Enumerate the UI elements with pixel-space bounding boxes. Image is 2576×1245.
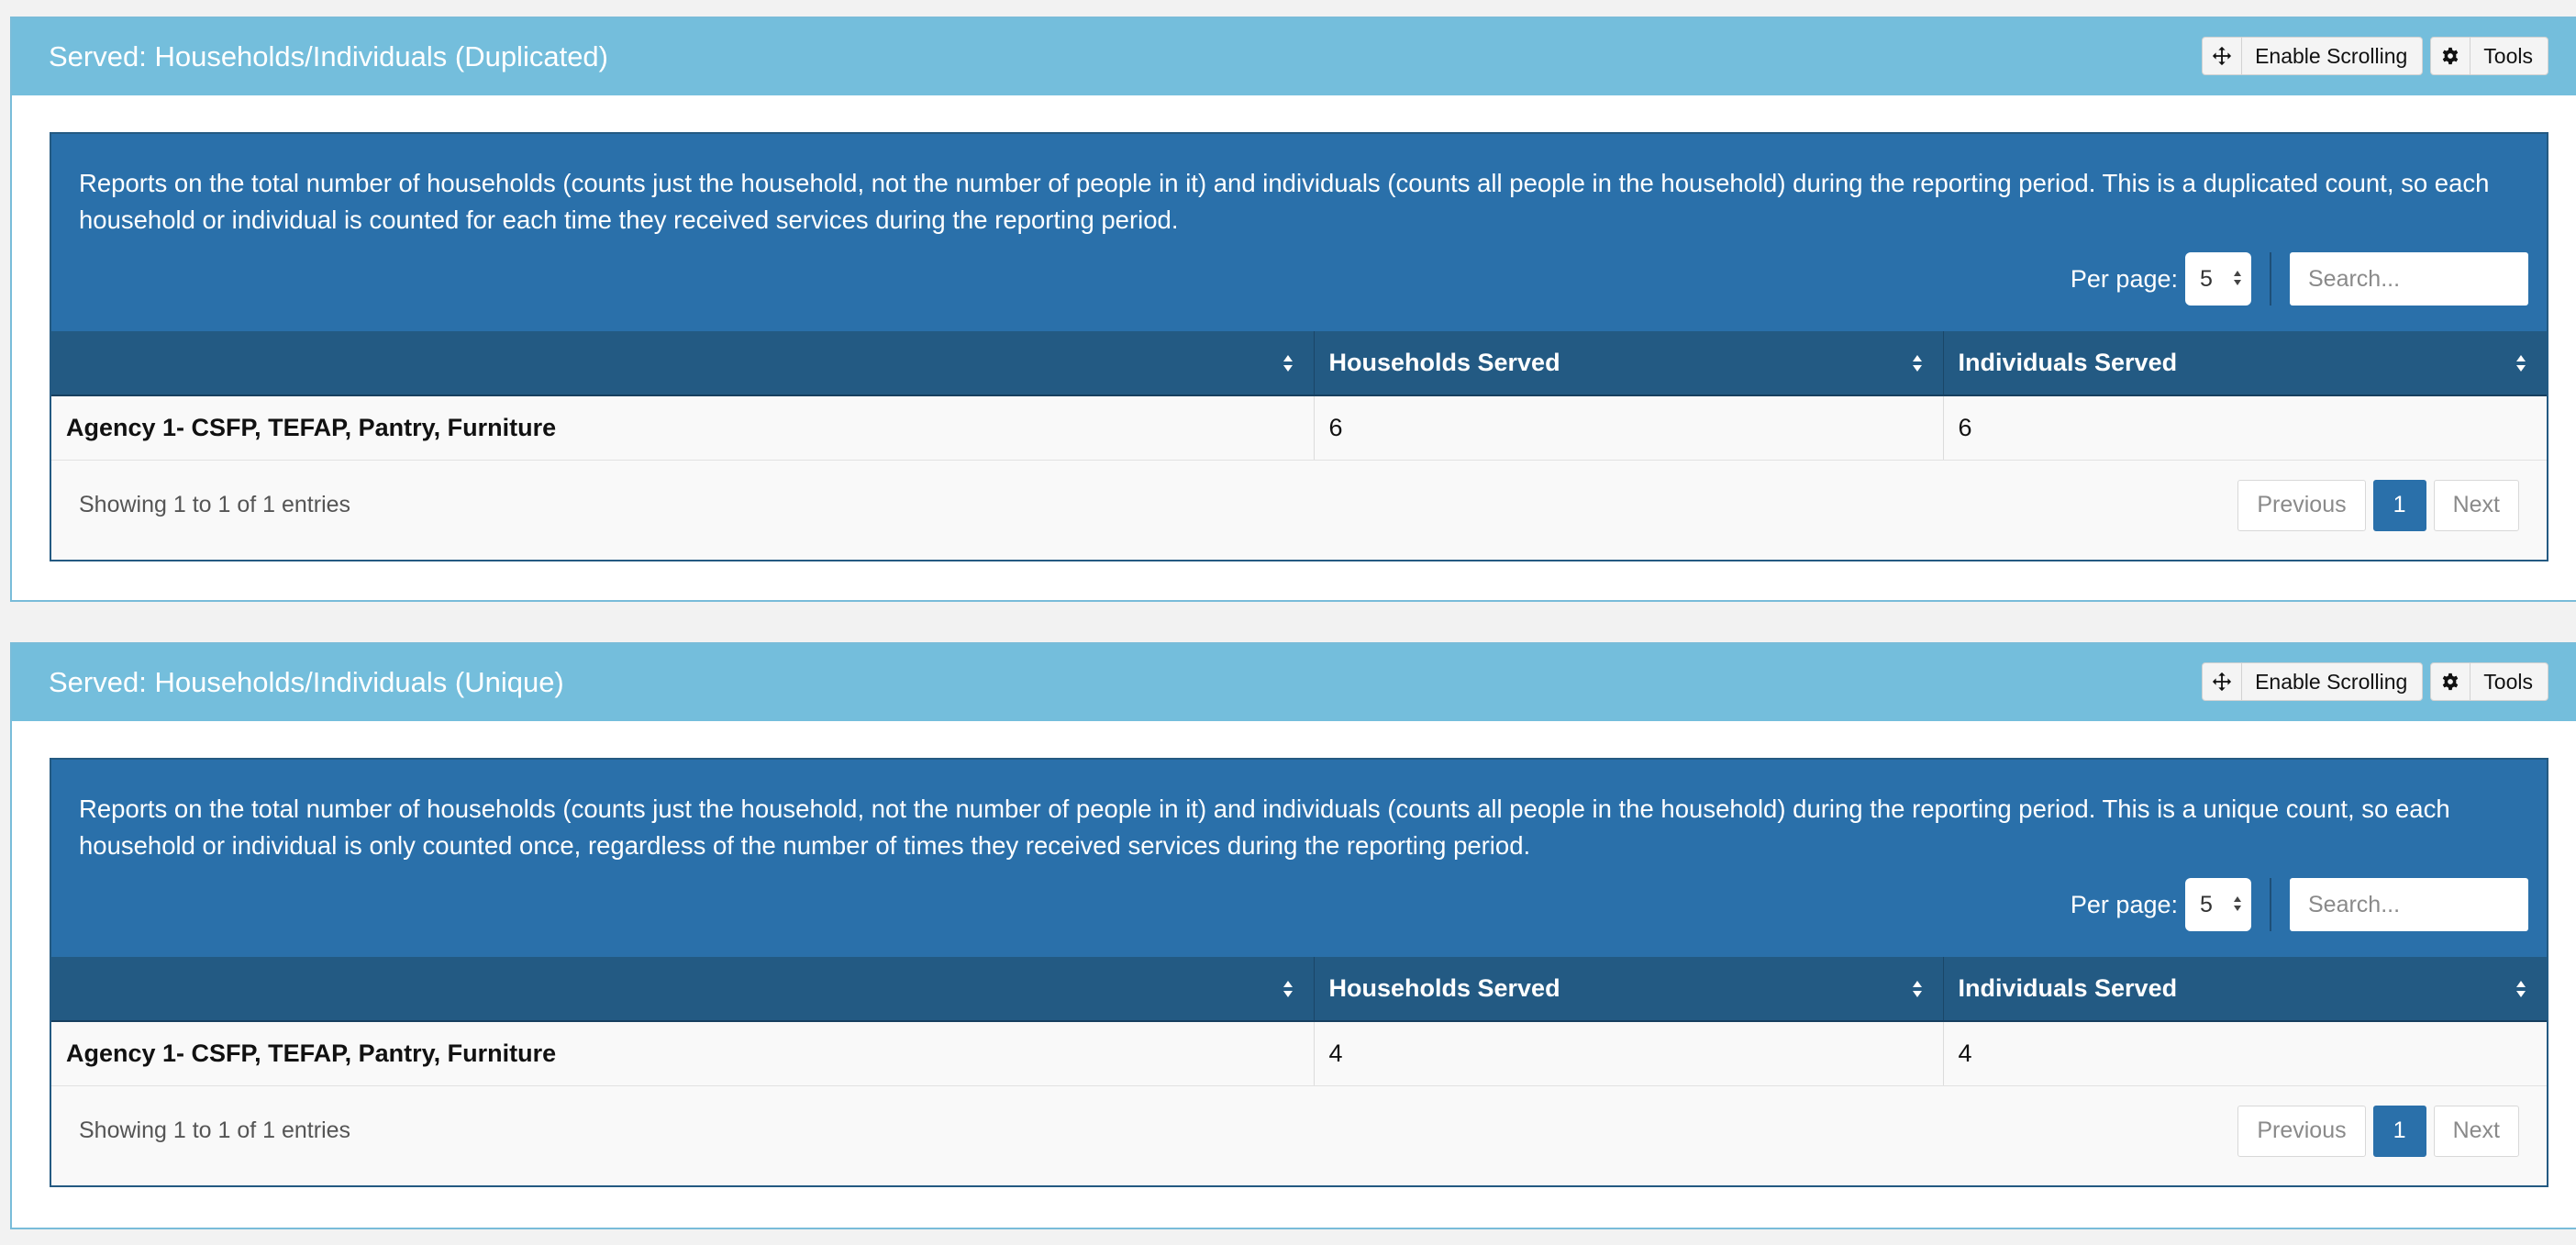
page-1-button[interactable]: 1 bbox=[2372, 1105, 2426, 1157]
controls-divider bbox=[2270, 878, 2271, 931]
per-page-label: Per page: bbox=[2070, 890, 2178, 918]
tools-button[interactable]: Tools bbox=[2430, 662, 2548, 701]
per-page-select[interactable]: 5 bbox=[2185, 878, 2251, 931]
cell-households: 6 bbox=[1313, 395, 1943, 461]
enable-scrolling-button[interactable]: Enable Scrolling bbox=[2202, 37, 2424, 75]
cell-agency: Agency 1- CSFP, TEFAP, Pantry, Furniture bbox=[51, 1021, 1314, 1086]
report-header: Reports on the total number of household… bbox=[51, 134, 2547, 331]
per-page-select[interactable]: 5 bbox=[2185, 252, 2251, 306]
panel-title: Served: Households/Individuals (Unique) bbox=[49, 666, 564, 698]
report-description: Reports on the total number of household… bbox=[79, 169, 2490, 234]
select-arrows-icon bbox=[2233, 892, 2242, 918]
column-header-households[interactable]: Households Served bbox=[1313, 331, 1943, 396]
table-footer: Showing 1 to 1 of 1 entries Previous 1 N… bbox=[51, 1085, 2547, 1185]
enable-scrolling-label: Enable Scrolling bbox=[2255, 43, 2408, 68]
enable-scrolling-button[interactable]: Enable Scrolling bbox=[2202, 662, 2424, 701]
sort-icon bbox=[2515, 354, 2526, 372]
panel-header: Served: Households/Individuals (Unique) … bbox=[12, 644, 2576, 721]
cell-households: 4 bbox=[1313, 1021, 1943, 1086]
sort-icon bbox=[1282, 354, 1294, 372]
report-controls: Per page: 5 bbox=[2071, 251, 2528, 306]
report-panel-duplicated: Served: Households/Individuals (Duplicat… bbox=[10, 17, 2576, 602]
sort-icon bbox=[1282, 980, 1294, 998]
cell-individuals: 6 bbox=[1942, 395, 2547, 461]
report-box: Reports on the total number of household… bbox=[50, 132, 2548, 561]
per-page-value: 5 bbox=[2200, 265, 2213, 292]
cell-agency: Agency 1- CSFP, TEFAP, Pantry, Furniture bbox=[51, 395, 1314, 461]
sort-icon bbox=[1912, 354, 1923, 372]
per-page-label: Per page: bbox=[2070, 264, 2178, 293]
table-header-row: Households Served Individuals Served bbox=[51, 957, 2547, 1022]
header-tools: Enable Scrolling Tools bbox=[2202, 662, 2548, 701]
column-header-agency[interactable] bbox=[51, 331, 1314, 396]
tools-label: Tools bbox=[2483, 43, 2533, 68]
next-page-button[interactable]: Next bbox=[2433, 479, 2519, 531]
gear-icon bbox=[2431, 38, 2471, 74]
enable-scrolling-label: Enable Scrolling bbox=[2255, 669, 2408, 694]
tools-button[interactable]: Tools bbox=[2430, 37, 2548, 75]
report-controls: Per page: 5 bbox=[2071, 877, 2528, 932]
pagination: Previous 1 Next bbox=[2237, 479, 2519, 531]
panel-header: Served: Households/Individuals (Duplicat… bbox=[12, 18, 2576, 95]
tools-label: Tools bbox=[2483, 669, 2533, 694]
table-row: Agency 1- CSFP, TEFAP, Pantry, Furniture… bbox=[51, 395, 2547, 461]
column-header-households[interactable]: Households Served bbox=[1313, 957, 1943, 1022]
data-table: Households Served Individuals Served Age… bbox=[51, 957, 2547, 1086]
sort-icon bbox=[1912, 980, 1923, 998]
select-arrows-icon bbox=[2233, 266, 2242, 293]
entries-info: Showing 1 to 1 of 1 entries bbox=[79, 1117, 351, 1143]
controls-divider bbox=[2270, 252, 2271, 306]
search-input[interactable] bbox=[2290, 878, 2528, 931]
pagination: Previous 1 Next bbox=[2237, 1105, 2519, 1157]
column-header-agency[interactable] bbox=[51, 957, 1314, 1022]
page-1-button[interactable]: 1 bbox=[2372, 479, 2426, 531]
entries-info: Showing 1 to 1 of 1 entries bbox=[79, 491, 351, 517]
previous-page-button[interactable]: Previous bbox=[2237, 479, 2366, 531]
report-header: Reports on the total number of household… bbox=[51, 760, 2547, 957]
search-input[interactable] bbox=[2290, 252, 2528, 306]
cell-individuals: 4 bbox=[1942, 1021, 2547, 1086]
move-arrows-icon bbox=[2203, 38, 2243, 74]
report-box: Reports on the total number of household… bbox=[50, 758, 2548, 1187]
table-header-row: Households Served Individuals Served bbox=[51, 331, 2547, 396]
previous-page-button[interactable]: Previous bbox=[2237, 1105, 2366, 1157]
table-row: Agency 1- CSFP, TEFAP, Pantry, Furniture… bbox=[51, 1021, 2547, 1086]
report-panel-unique: Served: Households/Individuals (Unique) … bbox=[10, 642, 2576, 1229]
next-page-button[interactable]: Next bbox=[2433, 1105, 2519, 1157]
move-arrows-icon bbox=[2203, 663, 2243, 700]
data-table: Households Served Individuals Served Age… bbox=[51, 331, 2547, 461]
panel-title: Served: Households/Individuals (Duplicat… bbox=[49, 40, 608, 72]
sort-icon bbox=[2515, 980, 2526, 998]
header-tools: Enable Scrolling Tools bbox=[2202, 37, 2548, 75]
report-description: Reports on the total number of household… bbox=[79, 795, 2450, 860]
per-page-value: 5 bbox=[2200, 891, 2213, 917]
column-header-individuals[interactable]: Individuals Served bbox=[1942, 331, 2547, 396]
table-footer: Showing 1 to 1 of 1 entries Previous 1 N… bbox=[51, 460, 2547, 560]
gear-icon bbox=[2431, 663, 2471, 700]
column-header-individuals[interactable]: Individuals Served bbox=[1942, 957, 2547, 1022]
